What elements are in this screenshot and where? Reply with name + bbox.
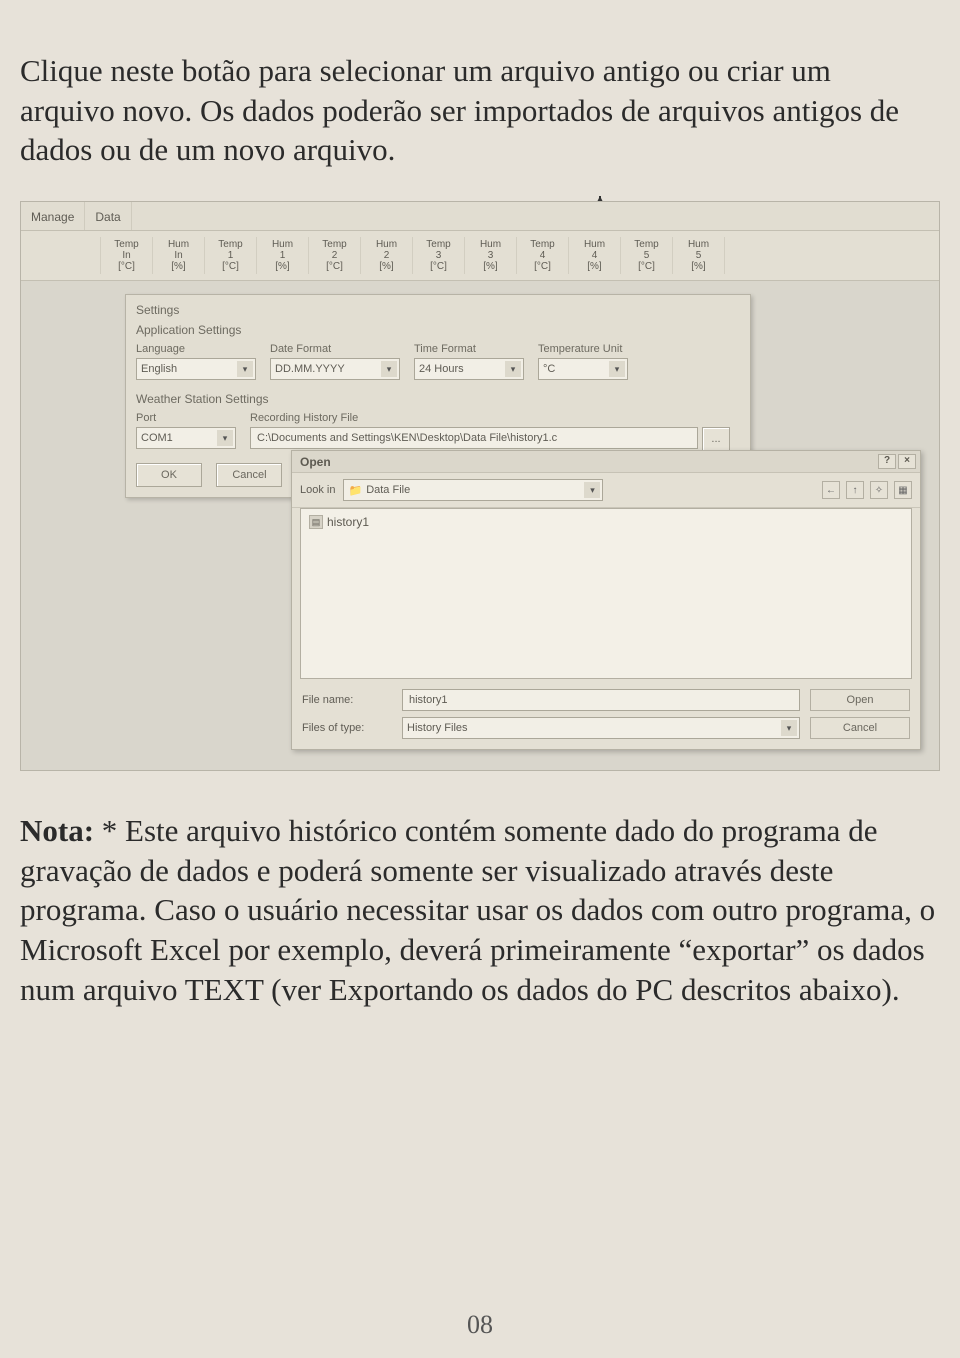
back-icon[interactable]: ← xyxy=(822,481,840,499)
header-hum-1: Hum1[%] xyxy=(257,237,309,274)
header-hum-5: Hum5[%] xyxy=(673,237,725,274)
chevron-down-icon: ▾ xyxy=(505,361,521,377)
main-tabs-row: Manage Data xyxy=(21,202,939,231)
application-screenshot: Manage Data TempIn[°C] HumIn[%] Temp1[°C… xyxy=(20,201,940,771)
date-format-label: Date Format xyxy=(270,343,400,355)
history-file-label: Recording History File xyxy=(250,412,740,424)
cancel-open-button[interactable]: Cancel xyxy=(810,717,910,739)
history-file-input[interactable]: C:\Documents and Settings\KEN\Desktop\Da… xyxy=(250,427,698,449)
note-label: Nota: xyxy=(20,813,94,848)
open-toolbar: Look in 📁 Data File ▾ ← ↑ ✧ ▦ xyxy=(292,473,920,508)
file-icon: ▤ xyxy=(309,515,323,529)
page-number: 08 xyxy=(0,1310,960,1340)
files-of-type-select[interactable]: History Files ▾ xyxy=(402,717,800,739)
help-button[interactable]: ? xyxy=(878,454,896,469)
header-hum-3: Hum3[%] xyxy=(465,237,517,274)
chevron-down-icon: ▾ xyxy=(781,720,797,736)
header-hum-2: Hum2[%] xyxy=(361,237,413,274)
time-format-select[interactable]: 24 Hours ▾ xyxy=(414,358,524,380)
header-temp-in: TempIn[°C] xyxy=(101,237,153,274)
port-select[interactable]: COM1 ▾ xyxy=(136,427,236,449)
application-settings-title: Application Settings xyxy=(136,323,740,337)
folder-icon: 📁 xyxy=(348,484,362,497)
header-hum-4: Hum4[%] xyxy=(569,237,621,274)
look-in-select[interactable]: 📁 Data File ▾ xyxy=(343,479,603,501)
look-in-label: Look in xyxy=(300,484,335,496)
port-label: Port xyxy=(136,412,236,424)
chevron-down-icon: ▾ xyxy=(381,361,397,377)
tab-data[interactable]: Data xyxy=(85,202,131,230)
views-icon[interactable]: ▦ xyxy=(894,481,912,499)
settings-tab[interactable]: Settings xyxy=(136,303,740,317)
open-file-dialog: Open ? × Look in 📁 Data File ▾ ← ↑ ✧ ▦ xyxy=(291,450,921,750)
chevron-down-icon: ▾ xyxy=(584,482,600,498)
language-label: Language xyxy=(136,343,256,355)
header-temp-1: Temp1[°C] xyxy=(205,237,257,274)
new-folder-icon[interactable]: ✧ xyxy=(870,481,888,499)
browse-file-button[interactable]: ... xyxy=(702,427,730,451)
chevron-down-icon: ▾ xyxy=(217,430,233,446)
temperature-unit-label: Temperature Unit xyxy=(538,343,628,355)
temperature-unit-select[interactable]: °C ▾ xyxy=(538,358,628,380)
date-format-select[interactable]: DD.MM.YYYY ▾ xyxy=(270,358,400,380)
up-one-level-icon[interactable]: ↑ xyxy=(846,481,864,499)
file-name-input[interactable]: history1 xyxy=(402,689,800,711)
open-button[interactable]: Open xyxy=(810,689,910,711)
open-dialog-title: Open xyxy=(300,455,331,469)
tab-manage[interactable]: Manage xyxy=(21,202,85,230)
chevron-down-icon: ▾ xyxy=(237,361,253,377)
header-temp-2: Temp2[°C] xyxy=(309,237,361,274)
note-paragraph: Nota: * Este arquivo histórico contém so… xyxy=(20,811,940,1009)
open-dialog-titlebar: Open ? × xyxy=(292,451,920,473)
ok-button[interactable]: OK xyxy=(136,463,202,487)
cancel-button[interactable]: Cancel xyxy=(216,463,282,487)
header-temp-3: Temp3[°C] xyxy=(413,237,465,274)
intro-paragraph: Clique neste botão para selecionar um ar… xyxy=(20,51,920,170)
header-temp-5: Temp5[°C] xyxy=(621,237,673,274)
files-of-type-label: Files of type: xyxy=(302,722,392,734)
header-temp-4: Temp4[°C] xyxy=(517,237,569,274)
language-select[interactable]: English ▾ xyxy=(136,358,256,380)
time-format-label: Time Format xyxy=(414,343,524,355)
file-list[interactable]: ▤ history1 xyxy=(300,508,912,679)
header-hum-in: HumIn[%] xyxy=(153,237,205,274)
chevron-down-icon: ▾ xyxy=(609,361,625,377)
close-button[interactable]: × xyxy=(898,454,916,469)
note-text: * Este arquivo histórico contém somente … xyxy=(20,813,935,1007)
file-name-label: File name: xyxy=(302,694,392,706)
weather-station-settings-title: Weather Station Settings xyxy=(136,392,740,406)
header-blank xyxy=(23,237,101,274)
file-item[interactable]: ▤ history1 xyxy=(309,515,903,529)
table-headers: TempIn[°C] HumIn[%] Temp1[°C] Hum1[%] Te… xyxy=(21,231,939,281)
